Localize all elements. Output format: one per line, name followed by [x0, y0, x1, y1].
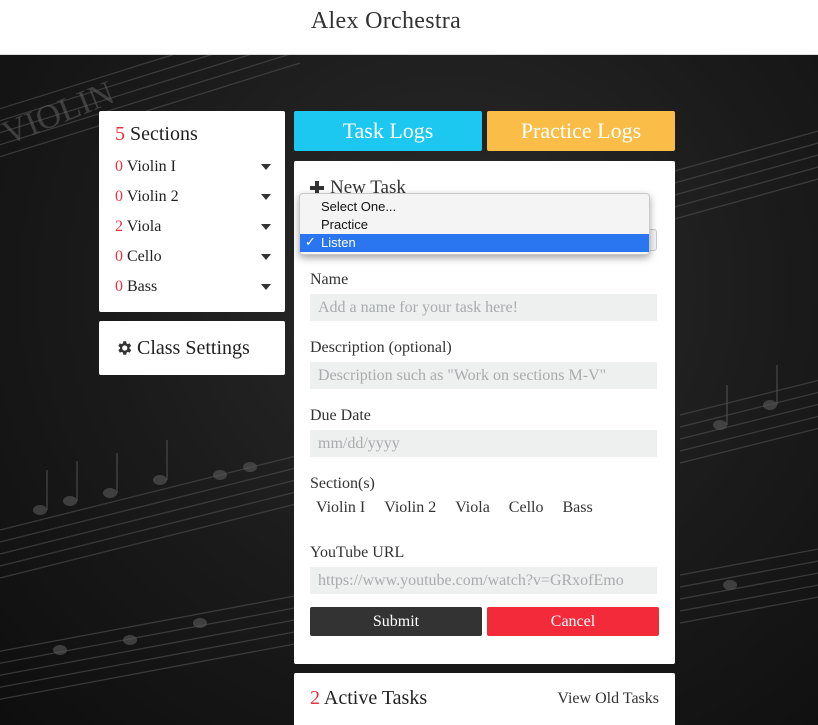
description-input[interactable]	[310, 362, 657, 389]
section-option-viola[interactable]: Viola	[455, 499, 490, 517]
submit-button[interactable]: Submit	[310, 607, 482, 636]
dropdown-option-label: Listen	[321, 235, 356, 250]
section-item-bass[interactable]: 0 Bass	[115, 272, 271, 302]
sections-panel: 5 Sections 0 Violin I 0 Violin 2 2 Viola…	[99, 111, 285, 312]
section-item-cello[interactable]: 0 Cello	[115, 242, 271, 272]
active-tasks-count: 2	[310, 687, 320, 709]
section-option-cello[interactable]: Cello	[509, 499, 544, 517]
caret-down-icon[interactable]	[261, 224, 271, 230]
section-count: 0	[115, 248, 123, 265]
caret-down-icon[interactable]	[261, 254, 271, 260]
section-label: Viola	[126, 218, 162, 235]
sections-label: Section(s)	[310, 475, 375, 492]
task-type-dropdown: Select One... Practice ✓ Listen	[299, 193, 650, 255]
sections-count: 5	[115, 123, 125, 145]
section-label: Violin I	[126, 158, 176, 175]
dropdown-option-select-one[interactable]: Select One...	[300, 198, 649, 216]
class-settings-button[interactable]: Class Settings	[99, 321, 285, 375]
youtube-url-label: YouTube URL	[310, 544, 405, 561]
top-header: Alex Orchestra	[0, 0, 818, 55]
name-label: Name	[310, 271, 349, 288]
section-item-violin-2[interactable]: 0 Violin 2	[115, 182, 271, 212]
sections-heading-label: Sections	[130, 123, 198, 145]
caret-down-icon[interactable]	[261, 194, 271, 200]
name-input[interactable]	[310, 294, 657, 321]
section-item-violin-1[interactable]: 0 Violin I	[115, 152, 271, 182]
description-label: Description (optional)	[310, 339, 452, 356]
checkmark-icon: ✓	[305, 235, 316, 250]
section-count: 0	[115, 188, 123, 205]
sections-heading: 5 Sections	[115, 123, 269, 146]
section-label: Violin 2	[126, 188, 179, 205]
section-count: 0	[115, 278, 123, 295]
caret-down-icon[interactable]	[261, 284, 271, 290]
view-old-tasks-link[interactable]: View Old Tasks	[557, 690, 659, 708]
class-settings-label: Class Settings	[137, 336, 250, 359]
cancel-button[interactable]: Cancel	[487, 607, 659, 636]
app-title: Alex Orchestra	[310, 7, 462, 34]
youtube-url-input[interactable]	[310, 567, 657, 594]
section-count: 0	[115, 158, 123, 175]
active-tasks-heading: 2 Active Tasks	[310, 687, 427, 710]
section-option-violin-2[interactable]: Violin 2	[384, 499, 436, 517]
section-label: Cello	[127, 248, 162, 265]
section-item-viola[interactable]: 2 Viola	[115, 212, 271, 242]
active-tasks-label: Active Tasks	[323, 687, 428, 709]
tab-practice-logs[interactable]: Practice Logs	[487, 111, 675, 151]
section-option-violin-1[interactable]: Violin I	[316, 499, 365, 517]
tab-task-logs[interactable]: Task Logs	[294, 111, 482, 151]
due-date-input[interactable]	[310, 430, 657, 457]
section-options: Violin I Violin 2 Viola Cello Bass	[316, 499, 612, 517]
dropdown-option-listen[interactable]: ✓ Listen	[300, 234, 649, 252]
section-label: Bass	[127, 278, 158, 295]
section-count: 2	[115, 218, 123, 235]
gear-icon	[118, 341, 132, 355]
caret-down-icon[interactable]	[261, 164, 271, 170]
due-date-label: Due Date	[310, 407, 371, 424]
active-tasks-panel: 2 Active Tasks View Old Tasks	[294, 673, 675, 725]
section-option-bass[interactable]: Bass	[562, 499, 592, 517]
dropdown-option-practice[interactable]: Practice	[300, 216, 649, 234]
